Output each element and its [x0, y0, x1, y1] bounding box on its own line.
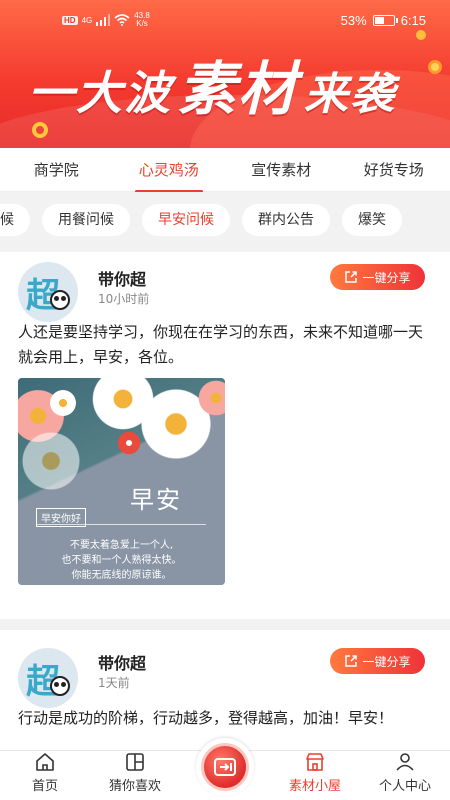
clock: 6:15 [400, 13, 426, 28]
avatar[interactable]: 超 [18, 648, 78, 708]
banner-title: 一大波 素材 来袭 [28, 42, 396, 126]
tab-good-deals[interactable]: 好货专场 [338, 159, 450, 180]
share-icon [345, 655, 358, 667]
post-time: 10小时前 [98, 292, 150, 306]
category-tabs: 商学院 心灵鸡汤 宣传素材 好货专场 [0, 148, 450, 193]
panda-icon [50, 290, 70, 310]
nav-home[interactable]: 首页 [0, 751, 90, 800]
one-click-share-button[interactable]: 一键分享 [330, 648, 425, 674]
hd-badge: HD [62, 15, 78, 25]
nav-guess-you-like[interactable]: 猜你喜欢 [90, 751, 180, 800]
nav-label: 素材小屋 [288, 779, 341, 794]
subtab-funny[interactable]: 爆笑 [342, 204, 402, 236]
author-name: 带你超 [98, 270, 147, 289]
status-right: 53% 6:15 [341, 13, 426, 28]
banner-title-part3: 来袭 [304, 69, 397, 120]
subtab-greeting[interactable]: 问候 [0, 204, 30, 236]
image-divider [36, 524, 206, 525]
nav-label: 猜你喜欢 [108, 779, 161, 794]
status-bar: HD 4G 43.8 K/s 53% 6:15 [0, 0, 450, 40]
banner-title-part1: 一大波 [28, 66, 172, 120]
publish-icon [214, 758, 236, 776]
nav-profile[interactable]: 个人中心 [360, 751, 450, 800]
image-title: 早安 [130, 486, 182, 514]
post-card: 超 带你超 10小时前 一键分享 人还是要坚持学习，你现在在学习的东西，未来不知… [0, 252, 450, 619]
flower-decoration [48, 388, 78, 418]
panda-icon [50, 676, 70, 696]
post-image[interactable]: 早安 早安你好 不要太着急爱上一个人, 也不要和一个人熟得太快。 你能无底线的原… [18, 378, 225, 585]
subtab-meal-greeting[interactable]: 用餐问候 [42, 204, 130, 236]
wifi-icon [114, 14, 130, 26]
tab-business-school[interactable]: 商学院 [0, 159, 113, 180]
image-poem: 不要太着急爱上一个人, 也不要和一个人熟得太快。 你能无底线的原谅谁。 [18, 538, 225, 583]
subtab-group-notice[interactable]: 群内公告 [242, 204, 330, 236]
net-speed: 43.8 K/s [134, 12, 150, 28]
sub-tabs: 问候 用餐问候 早安问候 群内公告 爆笑 [0, 192, 450, 248]
share-label: 一键分享 [362, 654, 411, 669]
signal-icon [96, 14, 111, 26]
battery-percent: 53% [340, 13, 367, 28]
home-icon [36, 753, 54, 771]
post-time: 1天前 [98, 676, 130, 690]
share-icon [345, 271, 358, 283]
app-screen: HD 4G 43.8 K/s 53% 6:15 一大波 素材 来袭 商学院 心灵… [0, 0, 450, 800]
battery-level [374, 17, 385, 24]
nav-material-house[interactable]: 素材小屋 [270, 751, 360, 800]
avatar[interactable]: 超 [18, 262, 78, 322]
nav-label: 个人中心 [378, 779, 431, 794]
poem-line: 也不要和一个人熟得太快。 [61, 555, 182, 566]
flower-decoration [116, 430, 142, 456]
publish-button-inner [201, 743, 249, 791]
one-click-share-button[interactable]: 一键分享 [330, 264, 425, 290]
nav-label: 首页 [31, 779, 58, 794]
guess-icon [126, 753, 144, 771]
share-label: 一键分享 [362, 270, 411, 285]
user-icon [396, 753, 414, 771]
tab-chicken-soup[interactable]: 心灵鸡汤 [113, 159, 226, 193]
post-text: 行动是成功的阶梯，行动越多，登得越高，加油！早安！ [18, 709, 394, 727]
author-name: 带你超 [98, 654, 147, 673]
post-text: 人还是要坚持学习，你现在在学习的东西，未来不知道哪一天就会用上，早安，各位。 [18, 323, 424, 366]
poem-line: 你能无底线的原谅谁。 [71, 570, 172, 581]
publish-button[interactable] [196, 738, 254, 796]
banner-title-part2: 素材 [178, 55, 299, 123]
poem-line: 不要太着急爱上一个人, [69, 540, 174, 551]
subtab-morning-greeting[interactable]: 早安问候 [142, 204, 230, 236]
net-speed-unit: K/s [136, 19, 148, 28]
promo-banner[interactable]: HD 4G 43.8 K/s 53% 6:15 一大波 素材 来袭 [0, 0, 450, 148]
status-left: HD 4G 43.8 K/s [62, 12, 150, 28]
tab-promo-materials[interactable]: 宣传素材 [225, 159, 338, 180]
signal-label: 4G [81, 15, 93, 25]
flower-decoration [18, 428, 84, 494]
store-icon [306, 753, 324, 771]
battery-icon [372, 15, 398, 26]
coin-decoration [428, 60, 442, 74]
